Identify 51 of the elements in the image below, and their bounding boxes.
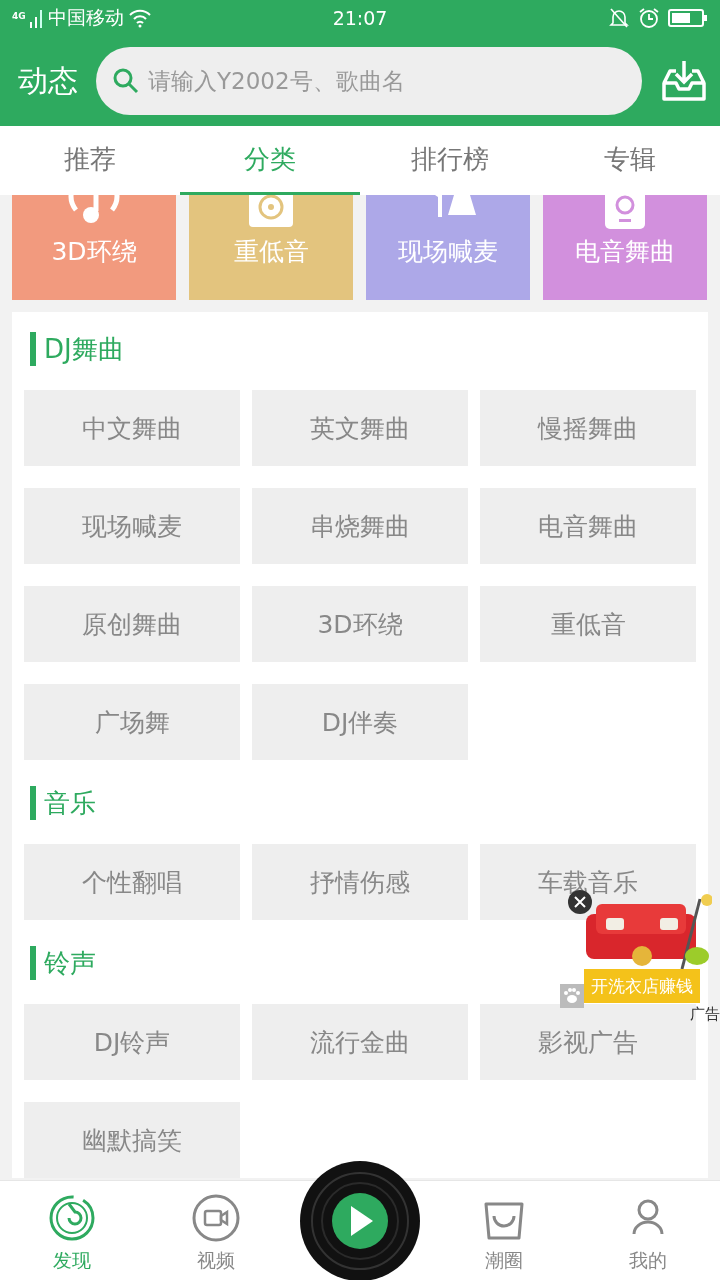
search-input[interactable]: 请输入Y2002号、歌曲名 xyxy=(146,67,626,95)
section-marker xyxy=(30,332,36,366)
battery-icon xyxy=(668,8,708,28)
genre-button[interactable]: 流行金曲 xyxy=(252,1004,468,1080)
genre-button[interactable]: 抒情伤感 xyxy=(252,844,468,920)
genre-button[interactable]: 重低音 xyxy=(480,586,696,662)
genre-button[interactable]: 串烧舞曲 xyxy=(252,488,468,564)
music-note-icon xyxy=(48,1194,96,1242)
search-icon xyxy=(112,67,140,95)
nav-tab[interactable]: 发现 xyxy=(53,1248,91,1274)
featured-tile[interactable]: 电音舞曲 xyxy=(543,195,707,300)
genre-button[interactable]: 幽默搞笑 xyxy=(24,1102,240,1178)
category-tab[interactable]: 推荐 xyxy=(0,126,180,195)
genre-button[interactable]: 电音舞曲 xyxy=(480,488,696,564)
nav-tab[interactable]: 潮圈 xyxy=(485,1248,523,1274)
genre-button[interactable]: 现场喊麦 xyxy=(24,488,240,564)
alarm-icon xyxy=(638,7,660,29)
category-tab[interactable]: 排行榜 xyxy=(360,126,540,195)
clock-time: 21:07 xyxy=(332,7,388,29)
genre-button[interactable]: 英文舞曲 xyxy=(252,390,468,466)
section-title: 铃声 xyxy=(44,946,96,980)
featured-tile[interactable]: 重低音 xyxy=(189,195,353,300)
muted-bell-icon xyxy=(608,7,630,29)
search-field[interactable]: 请输入Y2002号、歌曲名 xyxy=(96,47,642,115)
play-disc-button[interactable] xyxy=(300,1161,420,1280)
video-camera-icon xyxy=(192,1194,240,1242)
genre-button[interactable]: 中文舞曲 xyxy=(24,390,240,466)
genre-button[interactable]: DJ伴奏 xyxy=(252,684,468,760)
page-title: 动态 xyxy=(18,61,78,100)
section-marker xyxy=(30,786,36,820)
genre-button[interactable]: 原创舞曲 xyxy=(24,586,240,662)
speaker-icon xyxy=(249,195,293,227)
section-marker xyxy=(30,946,36,980)
paw-icon xyxy=(560,984,584,1008)
ad-caption[interactable]: 开洗衣店赚钱 xyxy=(584,969,700,1003)
genre-button[interactable]: DJ铃声 xyxy=(24,1004,240,1080)
section-title: DJ舞曲 xyxy=(44,332,124,366)
wifi-icon xyxy=(127,8,152,28)
featured-tile[interactable]: 现场喊麦 xyxy=(366,195,530,300)
carrier-name: 中国移动 xyxy=(47,5,124,30)
nav-tab[interactable]: 我的 xyxy=(629,1248,667,1274)
signal-icon xyxy=(29,8,44,28)
network-type: 4G xyxy=(12,11,26,21)
category-tab[interactable]: 专辑 xyxy=(540,126,720,195)
section-title: 音乐 xyxy=(44,786,96,820)
genre-button[interactable]: 3D环绕 xyxy=(252,586,468,662)
genre-button[interactable]: 慢摇舞曲 xyxy=(480,390,696,466)
featured-tile[interactable]: 3D环绕 xyxy=(12,195,176,300)
nav-tab[interactable]: 视频 xyxy=(197,1248,235,1274)
genre-button[interactable]: 广场舞 xyxy=(24,684,240,760)
genre-button[interactable]: 个性翻唱 xyxy=(24,844,240,920)
